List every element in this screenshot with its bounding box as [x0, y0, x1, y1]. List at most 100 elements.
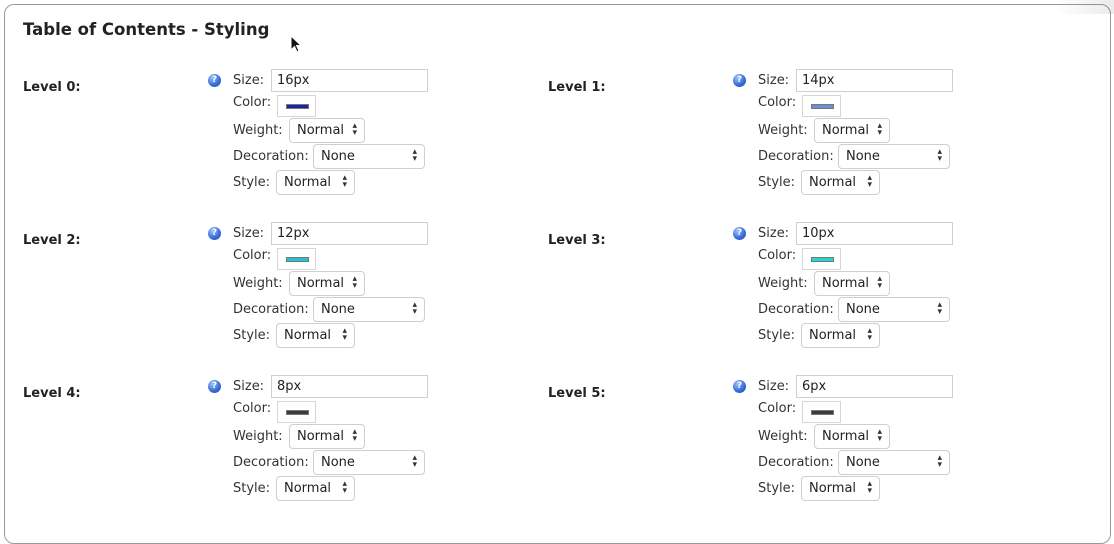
style-select[interactable]: Normal ▴ ▾ — [276, 476, 355, 501]
size-input[interactable] — [796, 222, 953, 245]
select-arrows-icon: ▴ ▾ — [877, 427, 882, 444]
help-icon[interactable]: ? — [733, 227, 746, 240]
select-arrows-icon: ▴ ▾ — [412, 300, 417, 317]
select-arrows-icon: ▴ ▾ — [352, 427, 357, 444]
style-label: Style: — [758, 328, 796, 343]
select-arrows-icon: ▴ ▾ — [342, 326, 347, 343]
help-icon[interactable]: ? — [208, 74, 221, 87]
color-label: Color: — [758, 95, 797, 110]
color-picker[interactable] — [802, 248, 841, 270]
level-label: Level 0: — [23, 80, 81, 95]
style-select[interactable]: Normal ▴ ▾ — [276, 323, 355, 348]
size-label: Size: — [758, 226, 790, 241]
style-select[interactable]: Normal ▴ ▾ — [276, 170, 355, 195]
level-label: Level 4: — [23, 386, 81, 401]
mouse-cursor-icon — [290, 35, 303, 53]
weight-select[interactable]: Normal ▴ ▾ — [814, 424, 890, 449]
select-arrows-icon: ▴ ▾ — [867, 479, 872, 496]
size-input[interactable] — [796, 375, 953, 398]
style-value: Normal — [284, 175, 332, 190]
help-icon[interactable]: ? — [733, 74, 746, 87]
level-label: Level 2: — [23, 233, 81, 248]
decoration-label: Decoration: — [233, 149, 309, 164]
style-value: Normal — [284, 481, 332, 496]
decoration-select[interactable]: None ▴ ▾ — [313, 450, 425, 475]
color-label: Color: — [233, 401, 272, 416]
select-arrows-icon: ▴ ▾ — [352, 274, 357, 291]
weight-label: Weight: — [233, 429, 283, 444]
weight-label: Weight: — [758, 123, 808, 138]
color-picker[interactable] — [802, 401, 841, 423]
style-label: Style: — [758, 481, 796, 496]
weight-value: Normal — [297, 123, 345, 138]
decoration-label: Decoration: — [233, 302, 309, 317]
weight-label: Weight: — [233, 276, 283, 291]
help-icon[interactable]: ? — [208, 380, 221, 393]
color-label: Color: — [758, 401, 797, 416]
style-select[interactable]: Normal ▴ ▾ — [801, 323, 880, 348]
color-swatch — [286, 104, 309, 109]
weight-select[interactable]: Normal ▴ ▾ — [289, 271, 365, 296]
size-label: Size: — [233, 379, 265, 394]
style-label: Style: — [233, 328, 271, 343]
decoration-label: Decoration: — [758, 149, 834, 164]
weight-value: Normal — [822, 123, 870, 138]
color-swatch — [286, 410, 309, 415]
level-2-settings: Level 2: ? Size: Color: Weight: Normal ▴… — [23, 222, 548, 383]
select-arrows-icon: ▴ ▾ — [877, 274, 882, 291]
size-input[interactable] — [271, 69, 428, 92]
decoration-value: None — [846, 302, 880, 317]
select-arrows-icon: ▴ ▾ — [352, 121, 357, 138]
decoration-select[interactable]: None ▴ ▾ — [313, 297, 425, 322]
level-3-settings: Level 3: ? Size: Color: Weight: Normal ▴… — [548, 222, 1073, 383]
select-arrows-icon: ▴ ▾ — [342, 479, 347, 496]
color-picker[interactable] — [802, 95, 841, 117]
size-input[interactable] — [271, 222, 428, 245]
level-4-settings: Level 4: ? Size: Color: Weight: Normal ▴… — [23, 375, 548, 536]
section-title: Table of Contents - Styling — [23, 20, 270, 39]
size-input[interactable] — [271, 375, 428, 398]
decoration-label: Decoration: — [758, 302, 834, 317]
size-label: Size: — [758, 73, 790, 88]
level-label: Level 5: — [548, 386, 606, 401]
weight-label: Weight: — [233, 123, 283, 138]
decoration-select[interactable]: None ▴ ▾ — [838, 450, 950, 475]
color-swatch — [286, 257, 309, 262]
weight-value: Normal — [822, 429, 870, 444]
style-select[interactable]: Normal ▴ ▾ — [801, 170, 880, 195]
weight-value: Normal — [297, 276, 345, 291]
decoration-value: None — [321, 455, 355, 470]
help-icon[interactable]: ? — [733, 380, 746, 393]
level-5-settings: Level 5: ? Size: Color: Weight: Normal ▴… — [548, 375, 1073, 536]
decoration-label: Decoration: — [758, 455, 834, 470]
style-select[interactable]: Normal ▴ ▾ — [801, 476, 880, 501]
color-label: Color: — [233, 248, 272, 263]
weight-select[interactable]: Normal ▴ ▾ — [814, 118, 890, 143]
style-value: Normal — [284, 328, 332, 343]
color-swatch — [811, 104, 834, 109]
color-picker[interactable] — [277, 401, 316, 423]
help-icon[interactable]: ? — [208, 227, 221, 240]
level-1-settings: Level 1: ? Size: Color: Weight: Normal ▴… — [548, 69, 1073, 230]
select-arrows-icon: ▴ ▾ — [937, 453, 942, 470]
decoration-select[interactable]: None ▴ ▾ — [838, 297, 950, 322]
level-0-settings: Level 0: ? Size: Color: Weight: Normal ▴… — [23, 69, 548, 230]
select-arrows-icon: ▴ ▾ — [937, 147, 942, 164]
color-picker[interactable] — [277, 95, 316, 117]
weight-select[interactable]: Normal ▴ ▾ — [289, 118, 365, 143]
style-label: Style: — [233, 175, 271, 190]
decoration-label: Decoration: — [233, 455, 309, 470]
weight-select[interactable]: Normal ▴ ▾ — [289, 424, 365, 449]
size-input[interactable] — [796, 69, 953, 92]
decoration-value: None — [846, 455, 880, 470]
decoration-select[interactable]: None ▴ ▾ — [838, 144, 950, 169]
color-swatch — [811, 410, 834, 415]
weight-select[interactable]: Normal ▴ ▾ — [814, 271, 890, 296]
decoration-value: None — [321, 302, 355, 317]
level-label: Level 1: — [548, 80, 606, 95]
select-arrows-icon: ▴ ▾ — [412, 147, 417, 164]
color-picker[interactable] — [277, 248, 316, 270]
select-arrows-icon: ▴ ▾ — [342, 173, 347, 190]
decoration-select[interactable]: None ▴ ▾ — [313, 144, 425, 169]
select-arrows-icon: ▴ ▾ — [877, 121, 882, 138]
